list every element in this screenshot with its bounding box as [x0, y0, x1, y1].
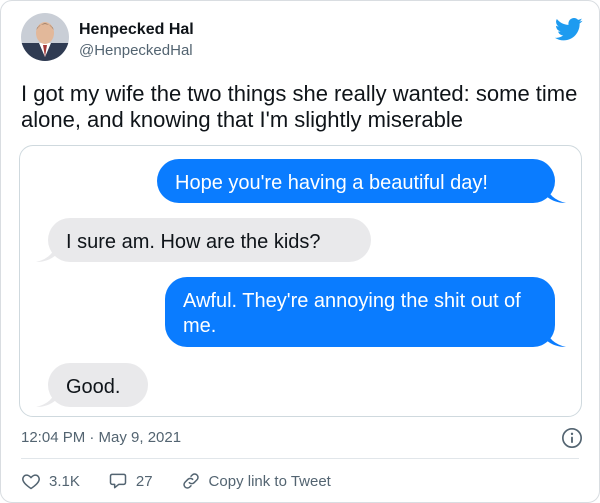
message-bubble-sent: Hope you're having a beautiful day!	[157, 159, 555, 203]
imessage-screenshot[interactable]: Hope you're having a beautiful day! I su…	[19, 145, 582, 417]
message-bubble-received: I sure am. How are the kids?	[48, 218, 371, 262]
twitter-bird-icon[interactable]	[555, 15, 583, 43]
message-bubble-received: Good.	[48, 363, 148, 407]
message-bubble-sent: Awful. They're annoying the shit out of …	[165, 277, 555, 347]
author-handle[interactable]: @HenpeckedHal	[79, 42, 193, 59]
like-button[interactable]: 3.1K	[21, 471, 80, 491]
tweet-actions: 3.1K 27 Copy link to Tweet	[21, 471, 359, 491]
reply-button[interactable]: 27	[108, 471, 153, 491]
author-name[interactable]: Henpecked Hal	[79, 21, 194, 39]
like-count: 3.1K	[49, 472, 80, 490]
copy-link-label: Copy link to Tweet	[208, 472, 331, 490]
divider	[21, 458, 579, 459]
tweet-text: I got my wife the two things she really …	[21, 81, 578, 132]
avatar[interactable]	[21, 13, 69, 61]
bubble-tail-received	[36, 244, 56, 262]
bubble-tail-sent	[546, 329, 566, 347]
tweet-timestamp[interactable]: 12:04 PM · May 9, 2021	[21, 429, 181, 446]
heart-icon	[22, 474, 40, 490]
bubble-tail-sent	[546, 185, 566, 203]
copy-link-button[interactable]: Copy link to Tweet	[181, 471, 331, 491]
link-icon	[182, 473, 199, 489]
bubble-tail-received	[36, 389, 56, 407]
tweet-card: Henpecked Hal @HenpeckedHal I got my wif…	[0, 0, 600, 503]
info-icon[interactable]	[561, 427, 583, 449]
reply-icon	[109, 473, 127, 489]
reply-count: 27	[135, 472, 153, 490]
